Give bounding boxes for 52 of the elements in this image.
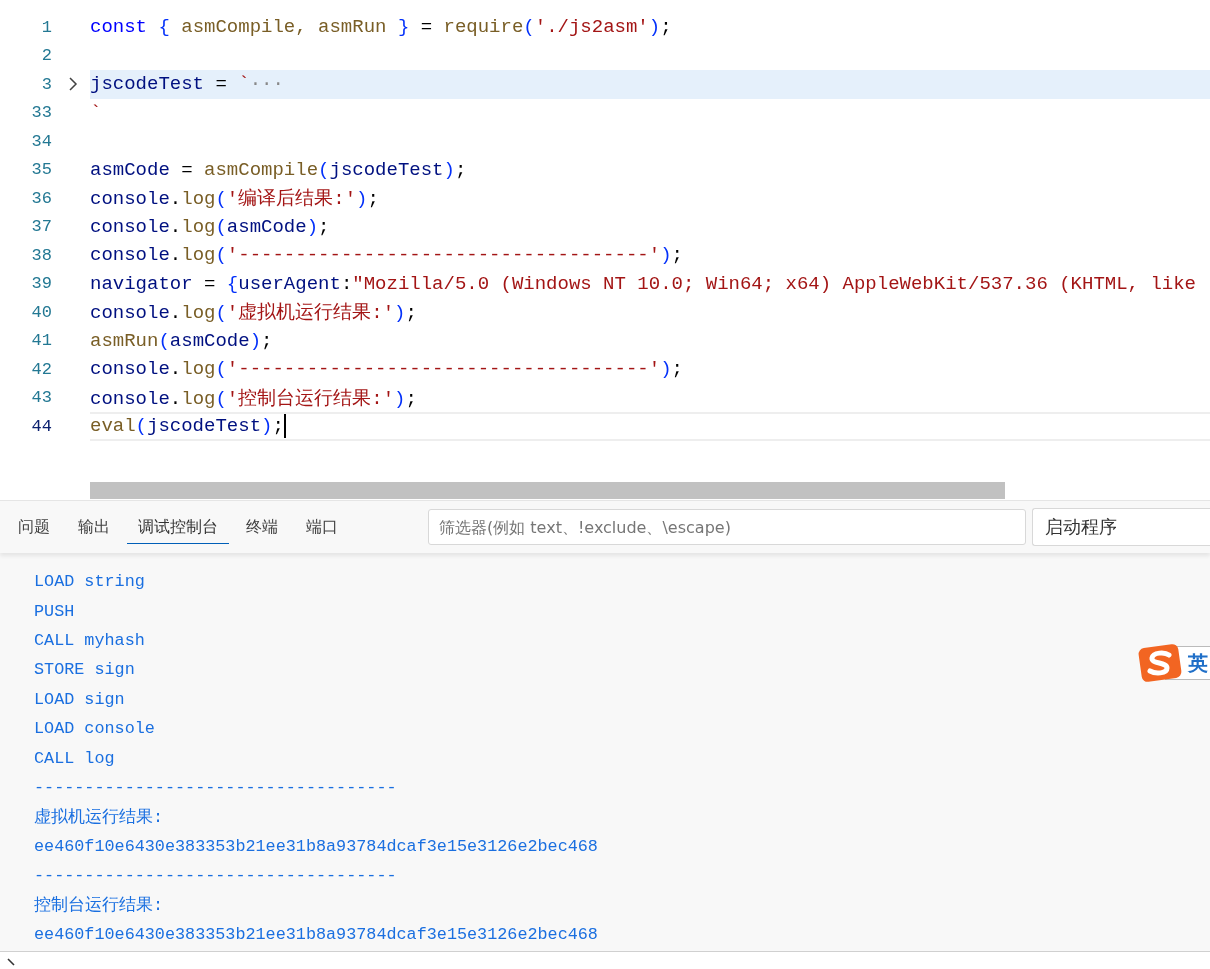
code-line: ` [90,101,102,124]
text-cursor [283,414,286,439]
line-number: 42 [30,359,52,379]
code-line: console.log('编译后结果:'); [90,187,379,212]
console-output-line: ------------------------------------ [34,777,397,797]
code-line: console.log('------------------------------------'); [90,358,683,381]
line-number: 36 [30,188,52,208]
panel-tab[interactable]: 问题 [7,510,61,544]
console-output-line: 虚拟机运行结果: [34,807,164,829]
console-output-line: ee460f10e6430e383353b21ee31b8a93784dcaf3e15e3126e2bec468 [34,836,598,856]
code-line: asmRun(asmCode); [90,329,273,352]
input-method-icon[interactable] [1137,643,1183,683]
console-output-line: 控制台运行结果: [34,895,164,917]
code-line: console.log(asmCode); [90,215,330,238]
code-line: navigator = {userAgent:"Mozilla/5.0 (Windows NT 10.0; Win64; x64) AppleWebKit/537.36 (KHTML, like [90,272,1197,295]
console-output-line: STORE sign [34,660,135,680]
scrollbar-thumb[interactable] [90,482,1005,499]
console-output-line: CALL log [34,748,115,768]
console-output-line: PUSH [34,601,75,621]
line-number: 37 [30,217,52,237]
chevron-right-icon[interactable] [68,76,78,93]
console-output-line: LOAD sign [34,689,125,709]
line-number: 41 [30,331,52,351]
code-line: const { asmCompile, asmRun } = require('./js2asm'); [90,16,672,39]
console-output-line: CALL myhash [34,630,145,650]
filter-field[interactable]: 筛选器(例如 text、!exclude、\escape) [428,509,1026,545]
code-line: console.log('------------------------------------'); [90,244,683,267]
line-number: 2 [40,46,52,66]
console-output-line: ------------------------------------ [34,866,397,886]
code-line: console.log('控制台运行结果:'); [90,386,417,411]
line-number: 1 [40,17,52,37]
panel-tab[interactable]: 端口 [295,510,349,544]
panel-tab[interactable]: 终端 [235,510,289,544]
code-line: console.log('虚拟机运行结果:'); [90,301,417,326]
code-line: jscodeTest = `··· [90,73,284,96]
line-number: 38 [30,245,52,265]
console-output-line: LOAD console [34,719,155,739]
code-line: asmCode = asmCompile(jscodeTest); [90,158,467,181]
line-number: 33 [30,103,52,123]
console-output-line: LOAD string [34,572,145,592]
panel-tab[interactable]: 输出 [67,510,121,544]
panel-tab[interactable]: 调试控制台 [127,510,229,544]
line-number: 44 [30,416,52,436]
launch-dropdown[interactable]: 启动程序 [1032,508,1210,546]
line-number: 39 [30,274,52,294]
line-number: 3 [40,74,52,94]
line-number: 40 [30,302,52,322]
code-line: eval(jscodeTest); [90,415,284,438]
line-number: 35 [30,160,52,180]
line-number: 43 [30,388,52,408]
console-output-line: ee460f10e6430e383353b21ee31b8a93784dcaf3e15e3126e2bec468 [34,924,598,944]
line-number: 34 [30,131,52,151]
